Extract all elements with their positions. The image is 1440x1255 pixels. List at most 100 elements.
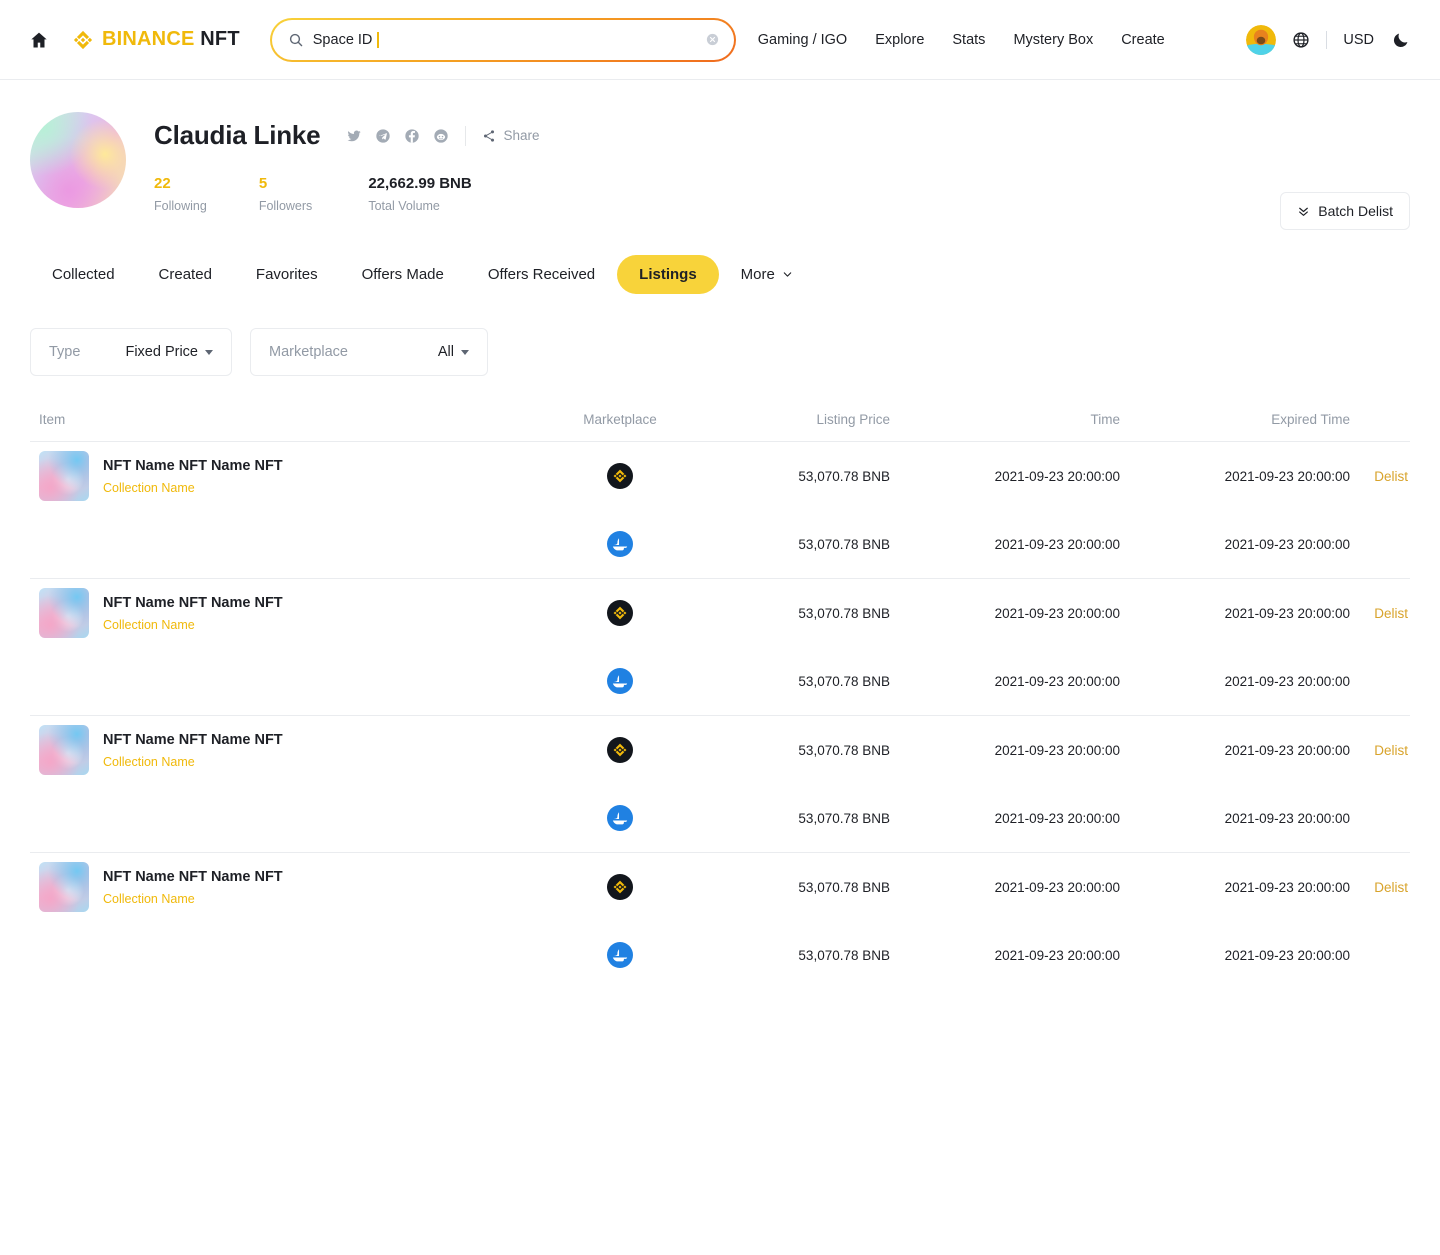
telegram-icon[interactable]: [375, 128, 391, 144]
nft-name[interactable]: NFT Name NFT Name NFT: [103, 732, 283, 748]
listing-price-cell: 53,070.78 BNB: [798, 605, 890, 621]
nav-item-stats[interactable]: Stats: [952, 32, 985, 48]
table-header-row: Item Marketplace Listing Price Time Expi…: [30, 412, 1410, 442]
expired-time-cell: 2021-09-23 20:00:00: [1224, 947, 1350, 963]
delist-button[interactable]: Delist: [1350, 469, 1410, 484]
column-header-item: Item: [39, 412, 66, 427]
time-cell: 2021-09-23 20:00:00: [994, 742, 1120, 758]
column-header-time: Time: [1090, 412, 1121, 427]
user-avatar[interactable]: [1246, 24, 1277, 55]
nft-thumbnail[interactable]: [39, 862, 89, 912]
share-button[interactable]: Share: [482, 128, 539, 143]
marketplace-cell: [530, 668, 710, 694]
profile-avatar[interactable]: [30, 112, 126, 208]
social-links: [346, 128, 449, 144]
stat-total-volume: 22,662.99 BNB Total Volume: [368, 175, 471, 213]
tab-created[interactable]: Created: [137, 255, 234, 294]
nft-name[interactable]: NFT Name NFT Name NFT: [103, 595, 283, 611]
search-input-value[interactable]: Space ID: [312, 31, 379, 48]
brand-primary: BINANCE: [102, 28, 195, 50]
table-row: NFT Name NFT Name NFT Collection Name 53,0…: [30, 853, 1410, 989]
column-header-marketplace: Marketplace: [583, 412, 657, 427]
expired-time-cell: 2021-09-23 20:00:00: [1224, 536, 1350, 552]
opensea-marketplace-icon[interactable]: [607, 942, 633, 968]
listing-subrow: 53,070.78 BNB 2021-09-23 20:00:00 2021-09-…: [30, 921, 1410, 989]
delist-button[interactable]: Delist: [1350, 743, 1410, 758]
filter-marketplace[interactable]: Marketplace All: [250, 328, 488, 376]
listing-price-cell: 53,070.78 BNB: [798, 742, 890, 758]
listing-subrow: NFT Name NFT Name NFT Collection Name 53,0…: [30, 579, 1410, 647]
stat-total-volume-value: 22,662.99 BNB: [368, 175, 472, 192]
time-cell: 2021-09-23 20:00:00: [994, 536, 1120, 552]
expired-time-cell: 2021-09-23 20:00:00: [1224, 879, 1350, 895]
chevron-down-icon: [783, 272, 792, 277]
nft-name[interactable]: NFT Name NFT Name NFT: [103, 458, 283, 474]
binance-marketplace-icon[interactable]: [607, 737, 633, 763]
nav-item-gaming-igo[interactable]: Gaming / IGO: [758, 32, 847, 48]
binance-marketplace-icon[interactable]: [607, 463, 633, 489]
collection-name[interactable]: Collection Name: [103, 755, 283, 769]
expired-time-cell: 2021-09-23 20:00:00: [1224, 810, 1350, 826]
delist-button[interactable]: Delist: [1350, 880, 1410, 895]
text-cursor: [377, 31, 379, 48]
nav-item-create[interactable]: Create: [1121, 32, 1165, 48]
search-box[interactable]: Space ID: [269, 17, 736, 62]
nft-thumbnail[interactable]: [39, 451, 89, 501]
stat-following: 22 Following: [154, 175, 207, 213]
batch-delist-button[interactable]: Batch Delist: [1280, 192, 1410, 230]
tab-offers-made[interactable]: Offers Made: [340, 255, 466, 294]
marketplace-cell: [530, 874, 710, 900]
time-cell: 2021-09-23 20:00:00: [994, 947, 1120, 963]
search-input-text: Space ID: [312, 31, 373, 48]
brand-secondary: NFT: [200, 28, 240, 50]
brand-text: BINANCE NFT: [102, 28, 240, 51]
time-cell: 2021-09-23 20:00:00: [994, 810, 1120, 826]
opensea-marketplace-icon[interactable]: [607, 531, 633, 557]
item-cell: NFT Name NFT Name NFT Collection Name: [30, 588, 530, 638]
reddit-icon[interactable]: [433, 128, 449, 144]
caret-down-icon: [205, 349, 213, 355]
globe-icon[interactable]: [1292, 31, 1310, 49]
tab-more[interactable]: More: [719, 255, 815, 294]
filter-marketplace-value-text: All: [437, 344, 454, 360]
filter-marketplace-value: All: [438, 344, 469, 360]
main-nav: Gaming / IGO Explore Stats Mystery Box C…: [758, 32, 1165, 48]
filter-type-value: Fixed Price: [125, 344, 213, 360]
collection-name[interactable]: Collection Name: [103, 618, 283, 632]
tab-offers-received[interactable]: Offers Received: [466, 255, 617, 294]
listing-subrow: NFT Name NFT Name NFT Collection Name 53,0…: [30, 716, 1410, 784]
clear-icon[interactable]: [705, 32, 720, 47]
filter-type[interactable]: Type Fixed Price: [30, 328, 232, 376]
listings-table: Item Marketplace Listing Price Time Expi…: [30, 412, 1410, 989]
moon-icon[interactable]: [1392, 31, 1410, 49]
nav-item-explore[interactable]: Explore: [875, 32, 924, 48]
opensea-marketplace-icon[interactable]: [607, 805, 633, 831]
opensea-marketplace-icon[interactable]: [607, 668, 633, 694]
nft-name[interactable]: NFT Name NFT Name NFT: [103, 869, 283, 885]
binance-marketplace-icon[interactable]: [607, 600, 633, 626]
collection-name[interactable]: Collection Name: [103, 892, 283, 906]
brand-logo-link[interactable]: BINANCE NFT: [72, 28, 240, 51]
listing-subrow: 53,070.78 BNB 2021-09-23 20:00:00 2021-09-…: [30, 647, 1410, 715]
delist-button[interactable]: Delist: [1350, 606, 1410, 621]
binance-marketplace-icon[interactable]: [607, 874, 633, 900]
nft-thumbnail[interactable]: [39, 725, 89, 775]
marketplace-cell: [530, 942, 710, 968]
tab-favorites[interactable]: Favorites: [234, 255, 340, 294]
column-header-expired: Expired Time: [1271, 412, 1350, 427]
facebook-icon[interactable]: [404, 128, 420, 144]
nav-item-mystery-box[interactable]: Mystery Box: [1013, 32, 1093, 48]
collection-name[interactable]: Collection Name: [103, 481, 283, 495]
home-icon[interactable]: [28, 29, 50, 51]
tab-listings[interactable]: Listings: [617, 255, 719, 294]
currency-selector[interactable]: USD: [1343, 32, 1374, 48]
stat-followers-value: 5: [258, 175, 268, 192]
time-cell: 2021-09-23 20:00:00: [994, 605, 1120, 621]
profile-header: Claudia Linke Share 22 Following 5 Follo…: [30, 80, 1410, 213]
header-divider: [1326, 30, 1328, 49]
listing-subrow: NFT Name NFT Name NFT Collection Name 53,0…: [30, 853, 1410, 921]
twitter-icon[interactable]: [346, 128, 362, 144]
tab-collected[interactable]: Collected: [30, 255, 137, 294]
listing-price-cell: 53,070.78 BNB: [798, 947, 890, 963]
nft-thumbnail[interactable]: [39, 588, 89, 638]
